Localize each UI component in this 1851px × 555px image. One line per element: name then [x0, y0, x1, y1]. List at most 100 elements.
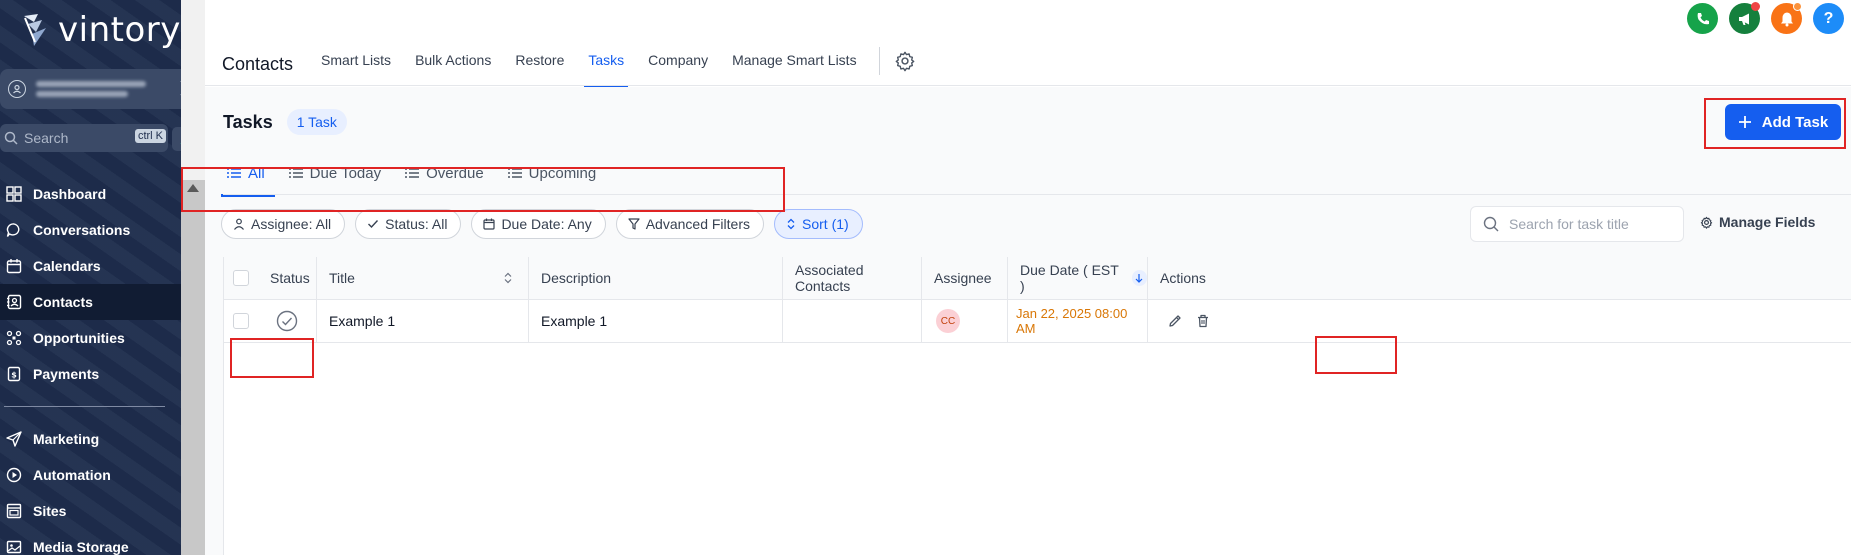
sidebar-item-automation[interactable]: Automation: [0, 457, 181, 493]
advanced-filters-button[interactable]: Advanced Filters: [615, 209, 764, 239]
status-filter[interactable]: Status: All: [355, 209, 462, 239]
account-name-redacted: [36, 81, 146, 97]
funnel-icon: [628, 218, 640, 230]
filter-label: Advanced Filters: [645, 216, 750, 232]
logo-mark-icon: [24, 14, 46, 46]
sort-button[interactable]: Sort (1): [774, 209, 863, 239]
tab-company[interactable]: Company: [648, 44, 708, 84]
sidebar-item-label: Dashboard: [33, 186, 107, 202]
highlight-box: [181, 167, 785, 212]
sidebar-item-contacts[interactable]: Contacts: [0, 284, 181, 320]
task-search[interactable]: [1470, 206, 1684, 242]
tab-smart-lists[interactable]: Smart Lists: [321, 44, 391, 84]
sites-icon: [5, 502, 23, 520]
opportunities-icon: [5, 329, 23, 347]
megaphone-icon: [1738, 13, 1749, 25]
avatar[interactable]: CC: [936, 309, 960, 333]
sidebar-item-marketing[interactable]: Marketing: [0, 421, 181, 457]
sort-desc-icon[interactable]: [1131, 270, 1147, 286]
help-button[interactable]: ?: [1813, 3, 1844, 34]
column-header-description[interactable]: Description: [529, 257, 783, 299]
sidebar-item-opportunities[interactable]: Opportunities: [0, 320, 181, 356]
column-header-status[interactable]: Status: [258, 257, 317, 299]
task-search-input[interactable]: [1509, 216, 1679, 232]
column-header-title[interactable]: Title: [317, 257, 529, 299]
sort-icon[interactable]: [504, 272, 512, 284]
account-switcher[interactable]: ⌃⌄: [0, 69, 181, 109]
brand-logo[interactable]: vintory: [22, 10, 181, 50]
select-all-checkbox[interactable]: [233, 270, 249, 286]
sidebar-nav: Dashboard Conversations Calendars Contac…: [0, 176, 181, 555]
sidebar-item-media-storage[interactable]: Media Storage: [0, 529, 181, 555]
column-header-due-date[interactable]: Due Date ( EST ): [1008, 257, 1148, 299]
sidebar-scrollbar[interactable]: [181, 180, 205, 555]
check-icon: [368, 220, 379, 229]
main-content: Tasks 1 Task Add Task All Due Today Over…: [181, 87, 1851, 555]
chat-icon: [5, 221, 23, 239]
column-header-label: Title: [329, 270, 355, 286]
gear-icon[interactable]: [894, 50, 916, 72]
sidebar-item-label: Calendars: [33, 258, 101, 274]
tasks-table: Status Title Description Associated Cont…: [223, 257, 1851, 555]
table-header-row: Status Title Description Associated Cont…: [224, 257, 1851, 300]
search-shortcut-badge: ctrl K: [134, 129, 166, 143]
column-header-actions: Actions: [1160, 270, 1206, 286]
gear-icon: [1700, 216, 1713, 229]
due-date-filter[interactable]: Due Date: Any: [471, 209, 606, 239]
tab-manage-smart-lists[interactable]: Manage Smart Lists: [732, 44, 857, 84]
assignee-filter[interactable]: Assignee: All: [221, 209, 346, 239]
sidebar-item-calendars[interactable]: Calendars: [0, 248, 181, 284]
row-title[interactable]: Example 1: [317, 300, 529, 342]
row-status-cell: [258, 300, 317, 342]
highlight-box: [1315, 336, 1397, 374]
edit-pencil-icon[interactable]: [1168, 314, 1182, 328]
sidebar-item-label: Opportunities: [33, 330, 125, 346]
scrollbar-track: [181, 0, 205, 180]
sort-icon: [787, 218, 795, 230]
sidebar-search-placeholder: Search: [24, 130, 69, 146]
highlight-box: [1704, 98, 1846, 149]
phone-button[interactable]: [1687, 3, 1718, 34]
tab-separator: [878, 47, 880, 75]
trash-icon[interactable]: [1196, 314, 1210, 328]
sidebar-item-dashboard[interactable]: Dashboard: [0, 176, 181, 212]
manage-fields-button[interactable]: Manage Fields: [1700, 214, 1815, 230]
column-header-associated-contacts[interactable]: Associated Contacts: [783, 257, 922, 299]
row-checkbox[interactable]: [233, 313, 249, 329]
highlight-box: [230, 338, 314, 378]
tab-tasks[interactable]: Tasks: [584, 44, 628, 88]
sidebar: vintory ⌃⌄ Search ctrl K ⚡ Dashboard Con…: [0, 0, 181, 555]
notifications-button[interactable]: [1771, 2, 1802, 34]
svg-text:$: $: [11, 371, 17, 380]
sidebar-item-payments[interactable]: $ Payments: [0, 356, 181, 392]
top-bar: Contacts Smart Lists Bulk Actions Restor…: [205, 0, 1851, 88]
tasks-header: Tasks 1 Task: [223, 109, 347, 135]
logo-text: vintory: [58, 10, 181, 50]
page-title[interactable]: Contacts: [222, 54, 293, 75]
row-select-cell: [224, 300, 258, 342]
row-description: Example 1: [529, 300, 783, 342]
media-icon: [5, 538, 23, 555]
row-due-date: Jan 22, 2025 08:00 AM: [1008, 300, 1148, 342]
user-icon: [234, 218, 244, 230]
table-row[interactable]: Example 1 Example 1 CC Jan 22, 2025 08:0…: [224, 300, 1851, 343]
row-associated-contacts: [783, 300, 922, 342]
contacts-icon: [5, 293, 23, 311]
sidebar-search[interactable]: Search ctrl K: [0, 124, 168, 152]
contacts-tabs: Contacts Smart Lists Bulk Actions Restor…: [222, 44, 916, 88]
row-assignee-cell: CC: [922, 300, 1008, 342]
grid-icon: [5, 185, 23, 203]
manage-fields-label: Manage Fields: [1719, 214, 1816, 230]
filter-label: Sort (1): [802, 216, 849, 232]
quick-actions-button[interactable]: ⚡: [172, 127, 181, 151]
sidebar-item-label: Sites: [33, 503, 67, 519]
filter-label: Status: All: [385, 216, 448, 232]
sidebar-item-sites[interactable]: Sites: [0, 493, 181, 529]
tab-restore[interactable]: Restore: [515, 44, 564, 84]
sidebar-item-conversations[interactable]: Conversations: [0, 212, 181, 248]
sidebar-item-label: Contacts: [33, 294, 93, 310]
complete-check-icon[interactable]: [276, 310, 298, 332]
column-header-assignee[interactable]: Assignee: [922, 257, 1008, 299]
announcements-button[interactable]: [1729, 2, 1760, 34]
tab-bulk-actions[interactable]: Bulk Actions: [415, 44, 491, 84]
